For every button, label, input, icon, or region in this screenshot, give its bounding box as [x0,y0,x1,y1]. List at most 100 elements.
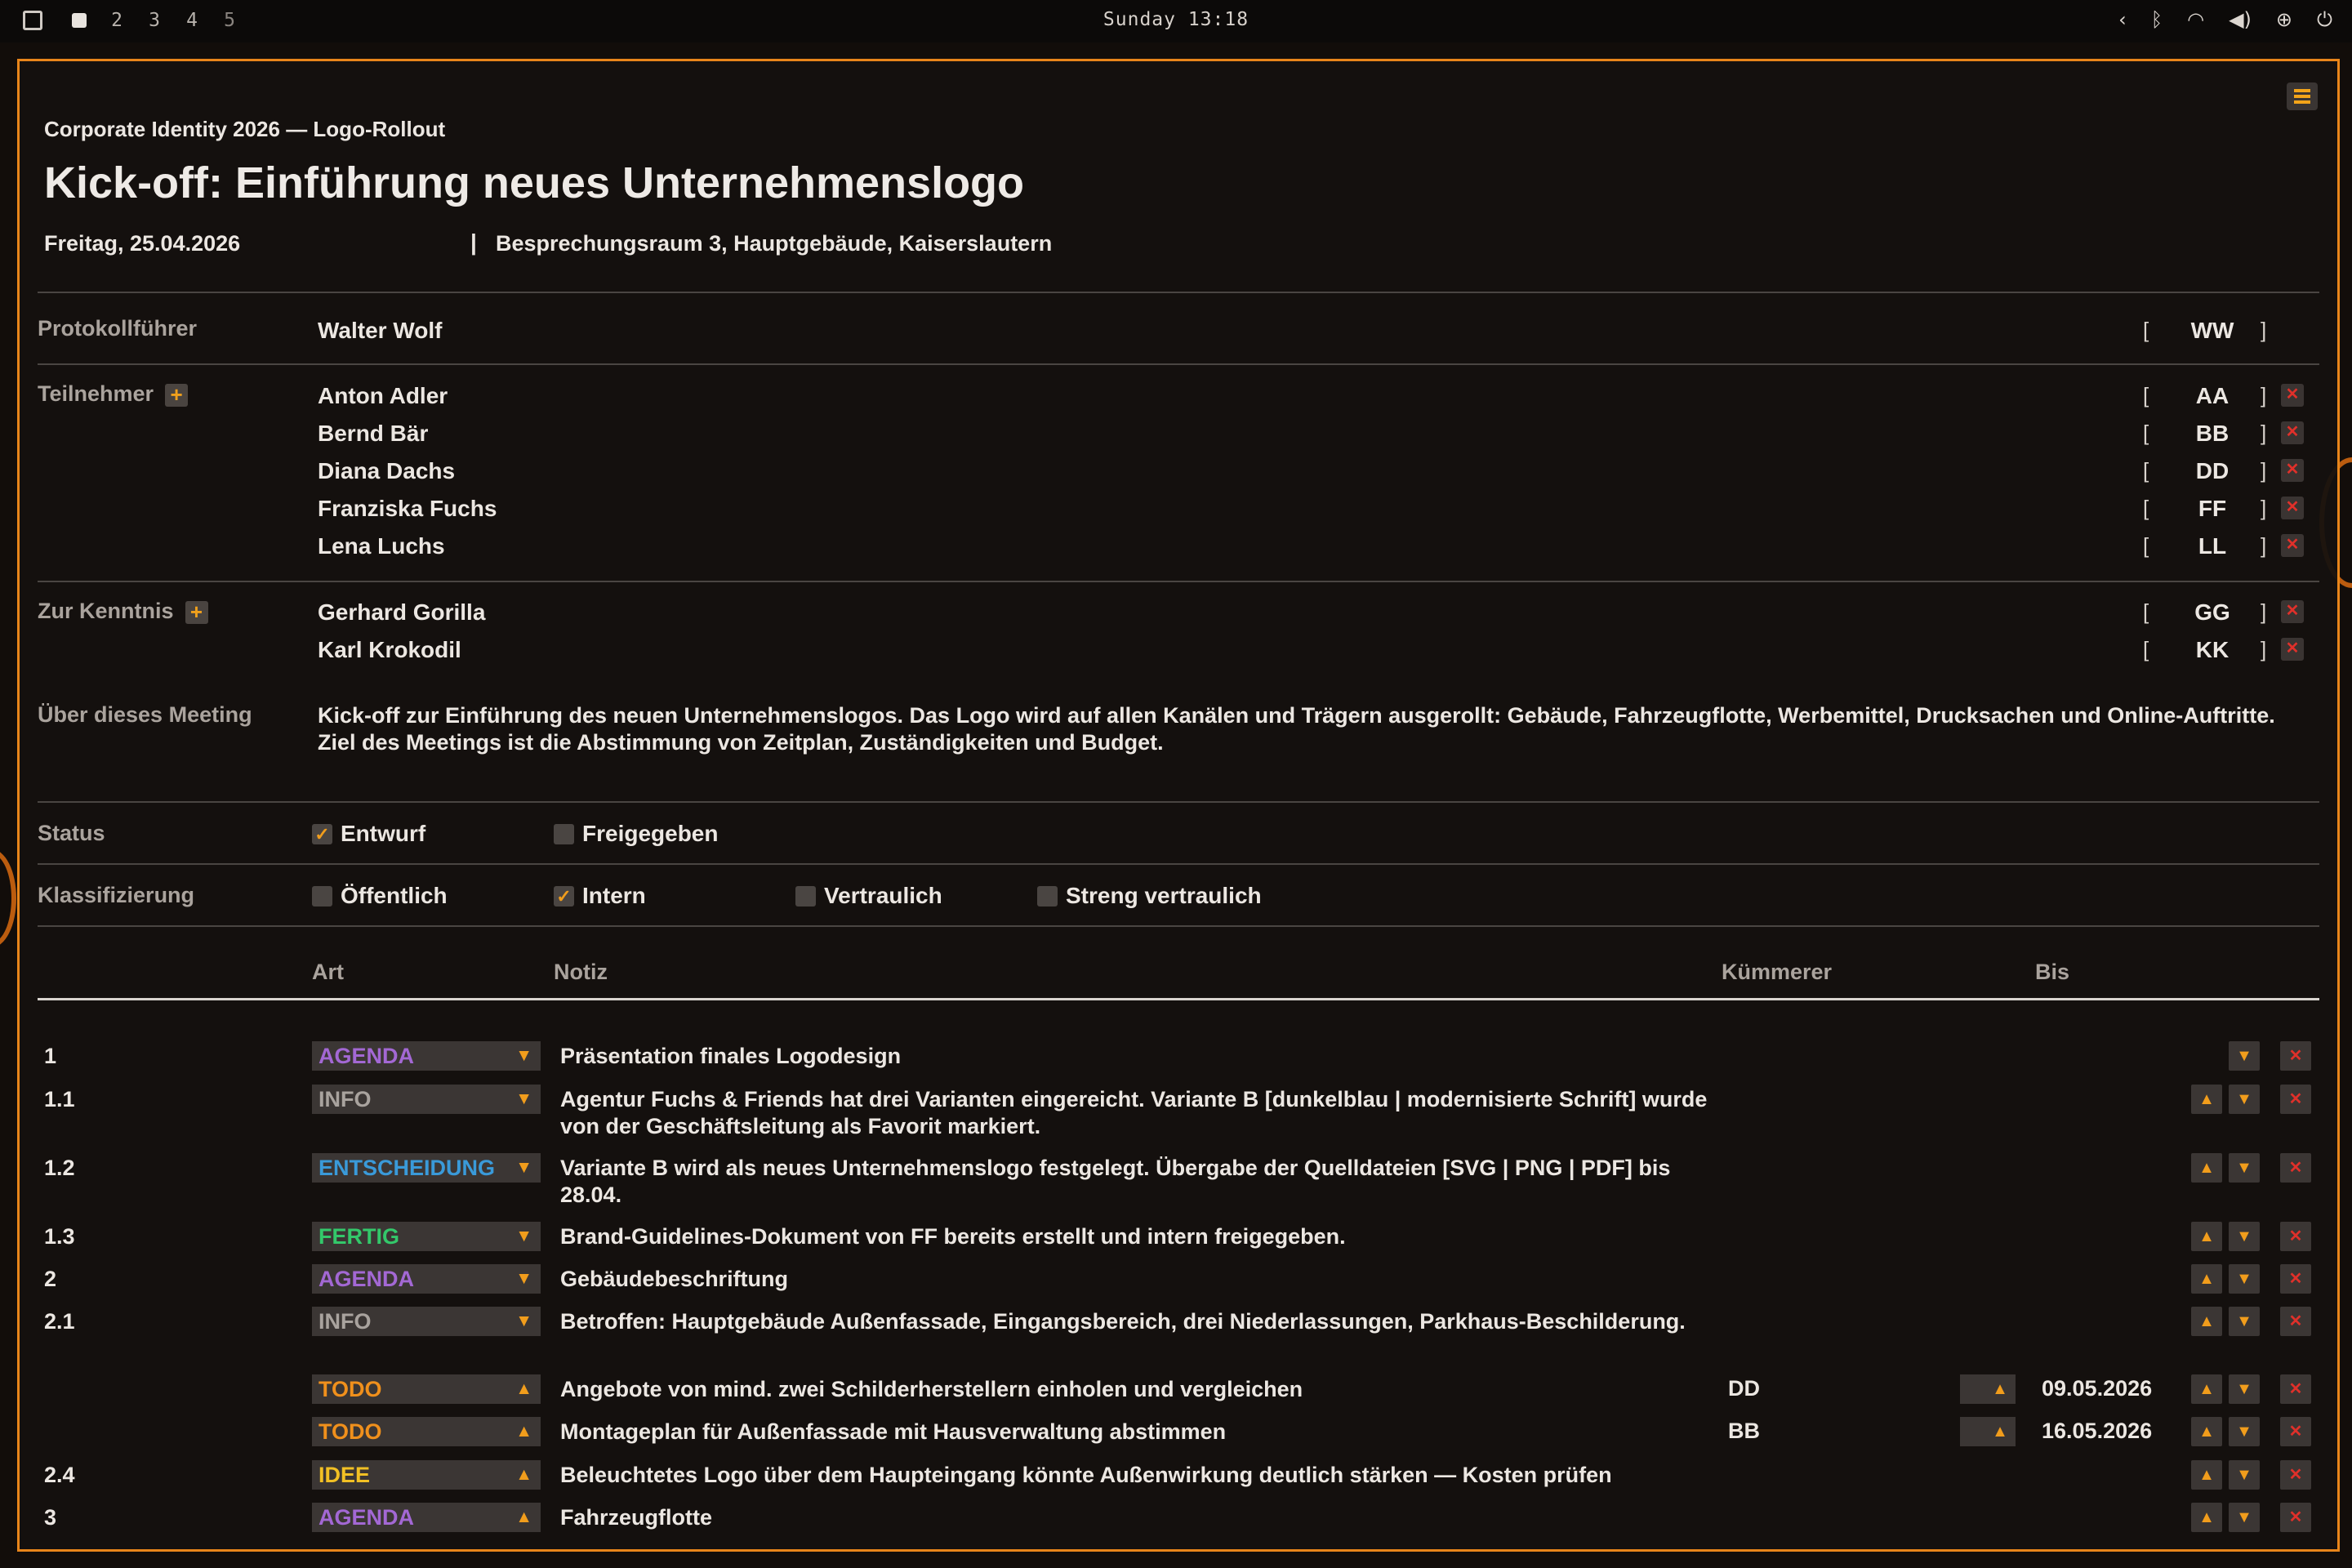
note-text[interactable]: Variante B wird als neues Unternehmenslo… [560,1155,1720,1209]
type-select[interactable]: INFO ▼ [312,1307,541,1336]
delete-row-button[interactable]: ✕ [2280,1460,2311,1490]
delete-row-button[interactable]: ✕ [2280,1264,2311,1294]
protocol-name[interactable]: Walter Wolf [318,318,442,344]
chevron-down-icon[interactable]: ▼ [515,1307,532,1336]
power-icon[interactable]: ⏻ [2317,8,2332,31]
move-down-button[interactable]: ▼ [2229,1460,2260,1490]
note-text[interactable]: Brand-Guidelines-Dokument von FF bereits… [560,1223,1720,1250]
delete-row-button[interactable]: ✕ [2280,1503,2311,1532]
checkbox-icon[interactable] [554,823,574,844]
delete-row-button[interactable]: ✕ [2280,1153,2311,1183]
note-text[interactable]: Betroffen: Hauptgebäude Außenfassade, Ei… [560,1308,1720,1335]
classification-checkbox[interactable]: Streng vertraulich [1037,883,1262,909]
note-text[interactable]: Agentur Fuchs & Friends hat drei Variant… [560,1086,1720,1140]
participant-name[interactable]: Diana Dachs [318,458,455,484]
remove-participant-button[interactable]: ✕ [2281,421,2304,444]
move-up-button[interactable]: ▲ [2191,1153,2222,1183]
chevron-up-icon[interactable]: ▲ [515,1503,532,1532]
add-participant-button[interactable]: + [165,383,189,407]
type-select[interactable]: AGENDA ▼ [312,1264,541,1294]
chevron-left-icon[interactable]: ‹ [2118,8,2127,31]
add-cc-button[interactable]: + [185,600,208,624]
note-text[interactable]: Angebote von mind. zwei Schilderherstell… [560,1376,1720,1403]
move-up-button[interactable]: ▲ [2191,1503,2222,1532]
type-select[interactable]: FERTIG ▼ [312,1222,541,1251]
move-down-button[interactable]: ▼ [2229,1374,2260,1404]
delete-row-button[interactable]: ✕ [2280,1222,2311,1251]
bluetooth-icon[interactable]: ᛒ [2151,8,2163,31]
participant-initials[interactable]: BB [2167,421,2257,447]
participant-initials[interactable]: AA [2167,383,2257,409]
checked-checkbox-icon[interactable]: ✓ [312,823,332,844]
type-select[interactable]: TODO ▲ [312,1374,541,1404]
note-text[interactable]: Beleuchtetes Logo über dem Haupteingang … [560,1462,1720,1489]
move-down-button[interactable]: ▼ [2229,1222,2260,1251]
wifi-icon[interactable]: ◠ [2187,8,2204,31]
about-text[interactable]: Kick-off zur Einführung des neuen Untern… [318,702,2294,756]
participant-initials[interactable]: FF [2167,496,2257,522]
delete-row-button[interactable]: ✕ [2280,1041,2311,1071]
type-select[interactable]: INFO ▼ [312,1085,541,1114]
remove-cc-person-button[interactable]: ✕ [2281,638,2304,661]
settings-icon[interactable]: ⊕ [2276,8,2292,31]
status-checkbox[interactable]: Freigegeben [554,821,718,847]
move-up-button[interactable]: ▲ [2191,1222,2222,1251]
status-checkbox[interactable]: ✓ Entwurf [312,821,425,847]
participant-name[interactable]: Lena Luchs [318,533,445,559]
move-down-button[interactable]: ▼ [2229,1153,2260,1183]
volume-icon[interactable]: ◀) [2229,8,2252,31]
date-picker-button[interactable]: ▲ [1960,1417,2016,1446]
chevron-up-icon[interactable]: ▲ [515,1374,532,1404]
hamburger-menu-icon[interactable] [2287,82,2318,110]
page-title[interactable]: Kick-off: Einführung neues Unternehmensl… [44,158,1024,208]
checkbox-icon[interactable] [1037,885,1058,906]
note-text[interactable]: Fahrzeugflotte [560,1504,1720,1531]
chevron-up-icon[interactable]: ▲ [515,1460,532,1490]
participant-name[interactable]: Bernd Bär [318,421,428,447]
cc-person-name[interactable]: Gerhard Gorilla [318,599,485,626]
chevron-down-icon[interactable]: ▼ [515,1222,532,1251]
delete-row-button[interactable]: ✕ [2280,1374,2311,1404]
type-select[interactable]: AGENDA ▲ [312,1503,541,1532]
meeting-date[interactable]: Freitag, 25.04.2026 [44,231,240,256]
date-picker-button[interactable]: ▲ [1960,1374,2016,1404]
cc-person-initials[interactable]: KK [2167,637,2257,663]
move-down-button[interactable]: ▼ [2229,1041,2260,1071]
move-down-button[interactable]: ▼ [2229,1503,2260,1532]
move-up-button[interactable]: ▲ [2191,1374,2222,1404]
type-select[interactable]: ENTSCHEIDUNG ▼ [312,1153,541,1183]
checked-checkbox-icon[interactable]: ✓ [554,885,574,906]
move-up-button[interactable]: ▲ [2191,1264,2222,1294]
checkbox-icon[interactable] [795,885,816,906]
move-down-button[interactable]: ▼ [2229,1264,2260,1294]
type-select[interactable]: IDEE ▲ [312,1460,541,1490]
move-up-button[interactable]: ▲ [2191,1307,2222,1336]
cc-person-name[interactable]: Karl Krokodil [318,637,461,663]
move-up-button[interactable]: ▲ [2191,1085,2222,1114]
classification-checkbox[interactable]: Vertraulich [795,883,942,909]
owner-initials[interactable]: DD [1728,1376,1760,1401]
delete-row-button[interactable]: ✕ [2280,1417,2311,1446]
remove-cc-person-button[interactable]: ✕ [2281,600,2304,623]
checkbox-icon[interactable] [312,885,332,906]
participant-initials[interactable]: LL [2167,533,2257,559]
chevron-down-icon[interactable]: ▼ [515,1041,532,1071]
cc-person-initials[interactable]: GG [2167,599,2257,626]
chevron-up-icon[interactable]: ▲ [515,1417,532,1446]
remove-participant-button[interactable]: ✕ [2281,459,2304,482]
classification-checkbox[interactable]: ✓ Intern [554,883,646,909]
participant-initials[interactable]: DD [2167,458,2257,484]
participant-name[interactable]: Anton Adler [318,383,448,409]
type-select[interactable]: AGENDA ▼ [312,1041,541,1071]
remove-participant-button[interactable]: ✕ [2281,497,2304,519]
remove-participant-button[interactable]: ✕ [2281,534,2304,557]
participant-name[interactable]: Franziska Fuchs [318,496,497,522]
delete-row-button[interactable]: ✕ [2280,1307,2311,1336]
meeting-location[interactable]: Besprechungsraum 3, Hauptgebäude, Kaiser… [496,231,1052,256]
move-up-button[interactable]: ▲ [2191,1460,2222,1490]
chevron-down-icon[interactable]: ▼ [515,1085,532,1114]
note-text[interactable]: Montageplan für Außenfassade mit Hausver… [560,1419,1720,1446]
due-date[interactable]: 09.05.2026 [2042,1376,2152,1401]
move-down-button[interactable]: ▼ [2229,1417,2260,1446]
classification-checkbox[interactable]: Öffentlich [312,883,448,909]
